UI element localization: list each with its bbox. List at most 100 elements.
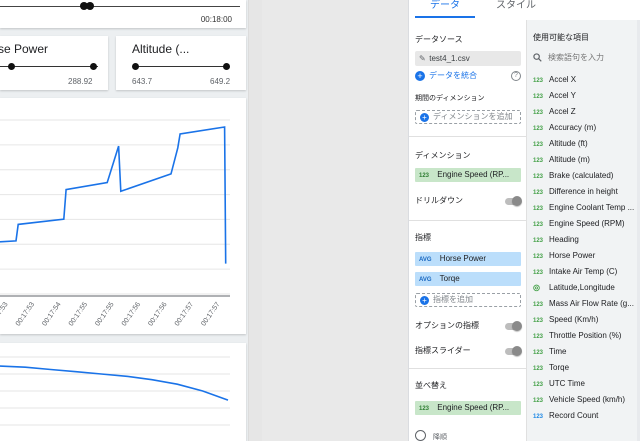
line-chart-svg	[0, 356, 230, 426]
metric-chip-horse-power[interactable]: AVG Horse Power	[415, 252, 521, 266]
field-item[interactable]: 123 UTC Time	[527, 376, 640, 392]
field-label: Throttle Position (%)	[549, 331, 622, 340]
add-metric-button[interactable]: + 指標を追加	[415, 293, 521, 307]
field-item[interactable]: 123 Time	[527, 344, 640, 360]
x-tick-label: 00:17:57	[200, 301, 221, 327]
altitude-slider-control[interactable]: Altitude (... 643.7 649.2	[116, 36, 246, 90]
number-type-icon: 123	[533, 270, 544, 276]
series-line	[0, 365, 229, 401]
add-circle-icon: +	[415, 71, 425, 81]
canvas-gutter	[262, 0, 408, 441]
search-icon	[533, 52, 542, 62]
time-slider-control[interactable]: 00:18:00	[0, 0, 246, 28]
sort-chip[interactable]: 123 Engine Speed (RP...	[415, 401, 521, 415]
field-item[interactable]: 123 Speed (Km/h)	[527, 312, 640, 328]
field-item[interactable]: 123 Brake (calculated)	[527, 168, 640, 184]
metric-title: 指標	[415, 233, 431, 242]
field-item[interactable]: 123 Accel Y	[527, 88, 640, 104]
help-icon[interactable]: ?	[511, 71, 521, 81]
field-item[interactable]: 123 Horse Power	[527, 248, 640, 264]
blend-data-button[interactable]: + データを統合	[415, 70, 477, 82]
metric-slider-toggle[interactable]	[505, 346, 522, 356]
tab-style[interactable]: スタイル	[481, 0, 551, 20]
control-title: Altitude (...	[132, 42, 190, 56]
dimension-chip[interactable]: 123 Engine Speed (RP...	[415, 168, 521, 182]
field-item[interactable]: 123 Altitude (ft)	[527, 136, 640, 152]
field-item[interactable]: 123 Mass Air Flow Rate (g...	[527, 296, 640, 312]
number-type-icon: 123	[419, 173, 430, 179]
number-type-icon: 123	[533, 238, 544, 244]
dimension-title: ディメンション	[415, 151, 471, 160]
field-item[interactable]: 123 Difference in height	[527, 184, 640, 200]
number-type-icon: 123	[533, 414, 544, 420]
section-divider	[409, 136, 526, 137]
field-item[interactable]: 123 Throttle Position (%)	[527, 328, 640, 344]
field-item[interactable]: 123 Intake Air Temp (C)	[527, 264, 640, 280]
optional-metrics-toggle[interactable]	[505, 321, 522, 331]
field-label: Intake Air Temp (C)	[549, 267, 618, 276]
aggregation-badge: AVG	[419, 277, 432, 283]
x-tick-label: 00:17:55	[68, 301, 89, 327]
report-canvas: 00:18:00 se Power 288.92 Altitude (... 6…	[0, 0, 262, 441]
slider-end-value: 00:18:00	[200, 15, 232, 24]
tab-data[interactable]: データ	[409, 0, 481, 20]
slider-handle-right[interactable]	[223, 63, 230, 70]
horse-power-slider-control[interactable]: se Power 288.92	[0, 36, 108, 90]
field-label: Engine Speed (RPM)	[549, 219, 625, 228]
field-item[interactable]: 123 Torqe	[527, 360, 640, 376]
date-range-dimension-title: 期間のディメンション	[415, 95, 485, 102]
line-chart-horse-power[interactable]: 00:17:53 00:17:53 00:17:54 00:17:55 00:17:55…	[0, 98, 246, 334]
field-label: Brake (calculated)	[549, 171, 614, 180]
add-date-dimension-button[interactable]: + ディメンションを追加	[415, 110, 521, 124]
field-label: Record Count	[549, 411, 599, 420]
field-item[interactable]: 123 Record Count	[527, 408, 640, 424]
slider-handle-left[interactable]	[132, 63, 139, 70]
field-item[interactable]: 123 Accel Z	[527, 104, 640, 120]
line-chart-secondary[interactable]	[0, 343, 246, 441]
x-tick-label: 00:17:55	[94, 301, 115, 327]
optional-metrics-label: オプションの指標	[415, 321, 479, 330]
number-type-icon: 123	[533, 78, 544, 84]
add-metric-label: 指標を追加	[433, 295, 473, 304]
control-title: se Power	[0, 42, 49, 56]
field-item[interactable]: 123 Heading	[527, 232, 640, 248]
metric-slider-label: 指標スライダー	[415, 346, 471, 355]
slider-handle-right[interactable]	[90, 63, 97, 70]
field-label: Engine Coolant Temp ...	[549, 203, 635, 212]
field-label: Accel Z	[549, 107, 576, 116]
slider-handle-left[interactable]	[8, 63, 15, 70]
x-tick-label: 00:17:53	[15, 301, 36, 327]
number-type-icon: 123	[533, 318, 544, 324]
descending-label: 降順	[433, 434, 447, 441]
number-type-icon: 123	[533, 174, 544, 180]
section-divider	[409, 368, 526, 369]
slider-handle-right[interactable]	[86, 2, 94, 10]
datasource-box[interactable]: ✎ test4_1.csv	[415, 51, 521, 66]
setup-column: データソース ✎ test4_1.csv + データを統合 ? 期間のディメンシ…	[409, 20, 526, 441]
field-search-input[interactable]	[548, 52, 636, 62]
drilldown-label: ドリルダウン	[415, 196, 463, 205]
metric-chip-torqe[interactable]: AVG Torqe	[415, 272, 521, 286]
field-item[interactable]: 123 Accel X	[527, 72, 640, 88]
field-item[interactable]: 123 Altitude (m)	[527, 152, 640, 168]
pencil-icon[interactable]: ✎	[419, 51, 427, 66]
field-label: Difference in height	[549, 187, 618, 196]
add-dimension-label: ディメンションを追加	[433, 112, 513, 121]
line-chart-svg: 00:17:53 00:17:53 00:17:54 00:17:55 00:17:55…	[0, 119, 230, 327]
tab-label: データ	[430, 0, 460, 11]
field-item[interactable]: 123 Vehicle Speed (km/h)	[527, 392, 640, 408]
descending-radio[interactable]	[415, 430, 426, 441]
tab-active-indicator	[415, 16, 475, 18]
x-tick-label: 00:17:54	[41, 301, 62, 327]
field-item[interactable]: 123 Engine Coolant Temp ...	[527, 200, 640, 216]
field-label: Speed (Km/h)	[549, 315, 599, 324]
metric-slider-row: 指標スライダー	[415, 345, 522, 357]
available-fields-title: 使用可能な項目	[533, 33, 589, 42]
drilldown-toggle[interactable]	[505, 196, 522, 206]
field-item[interactable]: 123 Accuracy (m)	[527, 120, 640, 136]
x-tick-label: 00:17:56	[121, 301, 142, 327]
field-label: UTC Time	[549, 379, 585, 388]
field-item[interactable]: ◎ Latitude,Longitude	[527, 280, 640, 296]
datasource-name: test4_1.csv	[429, 54, 470, 63]
field-item[interactable]: 123 Engine Speed (RPM)	[527, 216, 640, 232]
